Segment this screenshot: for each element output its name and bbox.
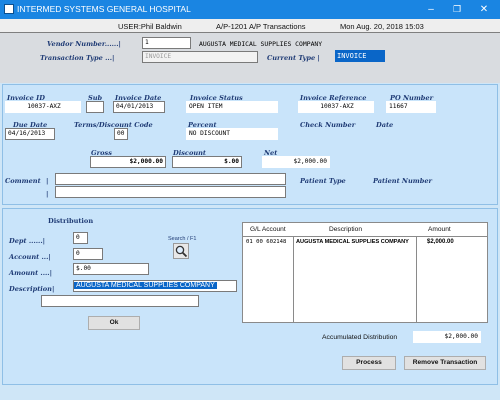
invoice-status-field: OPEN ITEM — [186, 101, 278, 113]
ok-button[interactable]: Ok — [88, 316, 140, 330]
sub-field[interactable] — [86, 101, 104, 113]
account-label: Account ...| — [9, 253, 51, 261]
dept-label: Dept ......| — [9, 237, 46, 245]
close-button[interactable]: ✕ — [471, 1, 497, 18]
grid-cell-gl-account: 01 00 602148 — [246, 239, 287, 245]
screen-label: A/P-1201 A/P Transactions — [216, 22, 306, 31]
current-type-label: Current Type | — [267, 54, 320, 62]
amount-label: Amount ....| — [9, 269, 53, 277]
title-bar: INTERMED SYSTEMS GENERAL HOSPITAL – ❐ ✕ — [0, 0, 500, 19]
check-date-label: Date — [376, 121, 394, 129]
search-button[interactable] — [173, 243, 189, 259]
grid-header-divider — [243, 236, 487, 237]
comment-line-2[interactable] — [55, 186, 286, 198]
grid-header-amount: Amount — [428, 226, 451, 233]
account-field[interactable]: 0 — [73, 248, 103, 260]
invoice-id-field[interactable]: 10037-AXZ — [5, 101, 81, 113]
dept-field[interactable]: 0 — [73, 232, 88, 244]
restore-button[interactable]: ❐ — [444, 1, 470, 18]
invoice-reference-field[interactable]: 10037-AXZ — [298, 101, 374, 113]
grid-column-divider — [293, 236, 294, 322]
grid-header-description: Description — [329, 226, 362, 233]
gross-field[interactable]: $2,000.00 — [90, 156, 166, 168]
comment-separator-2: | — [46, 190, 49, 198]
comment-label: Comment — [5, 177, 41, 185]
distribution-grid[interactable]: G/L Account Description Amount 01 00 602… — [242, 222, 488, 323]
app-icon — [4, 4, 14, 14]
description-line-2[interactable] — [41, 295, 199, 307]
magnifier-icon — [175, 245, 188, 258]
table-row[interactable]: 01 00 602148 AUGUSTA MEDICAL SUPPLIES CO… — [244, 238, 486, 248]
check-number-label: Check Number — [300, 121, 356, 129]
accumulated-distribution-label: Accumulated Distribution — [322, 334, 398, 341]
search-hint: Search / F1 — [168, 236, 197, 242]
net-field: $2,000.00 — [262, 156, 330, 168]
percent-field: NO DISCOUNT — [186, 128, 278, 140]
due-date-field[interactable]: 04/16/2013 — [5, 128, 55, 140]
vendor-number-field[interactable]: 1 — [142, 37, 191, 49]
transaction-type-label: Transaction Type ...| — [40, 54, 115, 62]
description-field[interactable]: AUGUSTA MEDICAL SUPPLIES COMPANY — [73, 280, 237, 292]
grid-cell-description: AUGUSTA MEDICAL SUPPLIES COMPANY — [296, 239, 409, 245]
grid-cell-amount: $2,000.00 — [427, 239, 454, 245]
terms-field[interactable]: 00 — [114, 128, 128, 140]
current-type-value: INVOICE — [335, 50, 385, 62]
vendor-number-label: Vendor Number......| — [47, 40, 121, 48]
process-button[interactable]: Process — [342, 356, 396, 370]
discount-field[interactable]: $.00 — [172, 156, 242, 168]
user-label: USER:Phil Baldwin — [118, 22, 182, 31]
transaction-type-select[interactable]: INVOICE — [142, 51, 258, 63]
comment-line-1[interactable] — [55, 173, 286, 185]
minimize-button[interactable]: – — [418, 1, 444, 18]
status-bar: USER:Phil Baldwin A/P-1201 A/P Transacti… — [0, 19, 500, 33]
distribution-title: Distribution — [48, 217, 94, 225]
description-label: Description| — [9, 285, 55, 293]
patient-type-label: Patient Type — [300, 177, 346, 185]
vendor-name: AUGUSTA MEDICAL SUPPLIES COMPANY — [199, 40, 323, 48]
remove-transaction-button[interactable]: Remove Transaction — [404, 356, 486, 370]
comment-separator: | — [46, 177, 49, 185]
accumulated-distribution-value: $2,000.00 — [413, 331, 481, 343]
window-title: INTERMED SYSTEMS GENERAL HOSPITAL — [17, 4, 191, 14]
amount-field[interactable]: $.00 — [73, 263, 149, 275]
description-selected-text: AUGUSTA MEDICAL SUPPLIES COMPANY — [74, 282, 217, 289]
datetime-label: Mon Aug. 20, 2018 15:03 — [340, 22, 424, 31]
po-number-field[interactable]: 11667 — [386, 101, 436, 113]
grid-column-divider — [416, 236, 417, 322]
patient-number-label: Patient Number — [373, 177, 433, 185]
invoice-date-field[interactable]: 04/01/2013 — [113, 101, 165, 113]
grid-header-gl-account: G/L Account — [250, 226, 286, 233]
